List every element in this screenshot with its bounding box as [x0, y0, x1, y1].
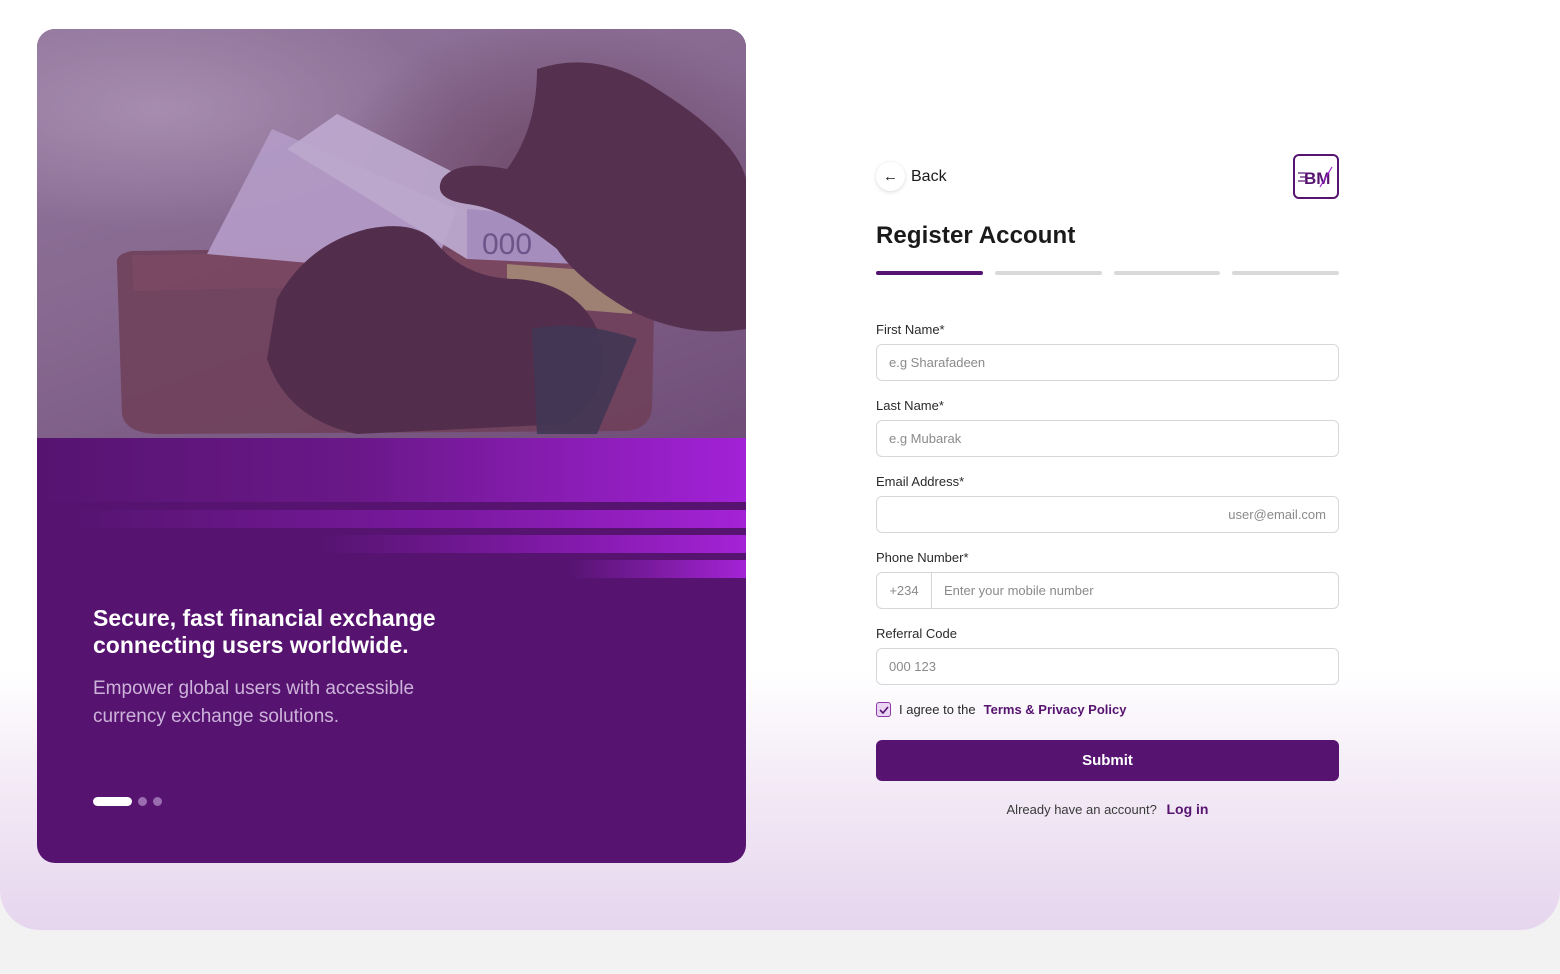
- phone-label: Phone Number*: [876, 550, 969, 565]
- agree-text: I agree to the: [899, 702, 976, 717]
- first-name-input[interactable]: e.g Sharafadeen: [876, 344, 1339, 381]
- last-name-label: Last Name*: [876, 398, 944, 413]
- email-field: Email Address* user@email.com: [876, 472, 1339, 533]
- phone-field: Phone Number* +234 Enter your mobile num…: [876, 548, 1339, 609]
- referral-field: Referral Code 000 123: [876, 624, 1339, 685]
- step-4-indicator: [1232, 271, 1339, 275]
- last-name-field: Last Name* e.g Mubarak: [876, 396, 1339, 457]
- first-name-label: First Name*: [876, 322, 945, 337]
- hero-photo-wallet-cash: 000: [37, 29, 746, 438]
- hero-headline: Secure, fast financial exchange connecti…: [93, 605, 436, 658]
- photo-tint-overlay: [37, 29, 746, 438]
- page-title: Register Account: [876, 222, 1076, 249]
- arrow-left-icon: ←: [876, 162, 905, 191]
- login-link[interactable]: Log in: [1166, 801, 1208, 817]
- brand-logo: BM: [1293, 154, 1339, 199]
- carousel-dot-2[interactable]: [138, 797, 147, 806]
- step-3-indicator: [1113, 271, 1221, 275]
- terms-privacy-link[interactable]: Terms & Privacy Policy: [984, 702, 1127, 717]
- referral-placeholder: 000 123: [889, 659, 936, 674]
- logo-text: BM: [1304, 169, 1330, 188]
- login-prompt-text: Already have an account?: [1006, 802, 1157, 817]
- hero-subtext: Empower global users with accessible cur…: [93, 678, 415, 727]
- step-1-indicator: [876, 271, 983, 275]
- carousel-dot-3[interactable]: [153, 797, 162, 806]
- login-prompt-row: Already have an account? Log in: [876, 801, 1339, 817]
- referral-code-input[interactable]: 000 123: [876, 648, 1339, 685]
- back-label: Back: [911, 167, 947, 185]
- carousel-indicator: [93, 797, 162, 806]
- email-input[interactable]: user@email.com: [876, 496, 1339, 533]
- terms-agreement-row: I agree to the Terms & Privacy Policy: [876, 702, 1339, 717]
- first-name-placeholder: e.g Sharafadeen: [889, 355, 986, 370]
- terms-checkbox[interactable]: [876, 702, 891, 717]
- last-name-placeholder: e.g Mubarak: [889, 431, 962, 446]
- decorative-stripes: [37, 438, 746, 578]
- email-placeholder: user@email.com: [1228, 507, 1326, 522]
- back-button[interactable]: ← Back: [876, 162, 947, 191]
- submit-button[interactable]: Submit: [876, 740, 1339, 781]
- phone-number-input[interactable]: Enter your mobile number: [932, 573, 1094, 608]
- register-form: ← Back BM Register Account First Name* e…: [876, 154, 1339, 817]
- last-name-input[interactable]: e.g Mubarak: [876, 420, 1339, 457]
- phone-placeholder: Enter your mobile number: [944, 583, 1094, 598]
- referral-label: Referral Code: [876, 626, 957, 641]
- step-2-indicator: [994, 271, 1102, 275]
- country-code-select[interactable]: +234: [877, 573, 932, 608]
- hero-card: 000 Secure, fast financial exchange conn…: [37, 29, 746, 863]
- first-name-field: First Name* e.g Sharafadeen: [876, 320, 1339, 381]
- email-label: Email Address*: [876, 474, 965, 489]
- bottom-strip: [0, 930, 1560, 974]
- phone-input-group: +234 Enter your mobile number: [876, 572, 1339, 609]
- check-icon: [878, 705, 889, 714]
- carousel-dot-1[interactable]: [93, 797, 132, 806]
- form-topbar: ← Back BM: [876, 154, 1339, 199]
